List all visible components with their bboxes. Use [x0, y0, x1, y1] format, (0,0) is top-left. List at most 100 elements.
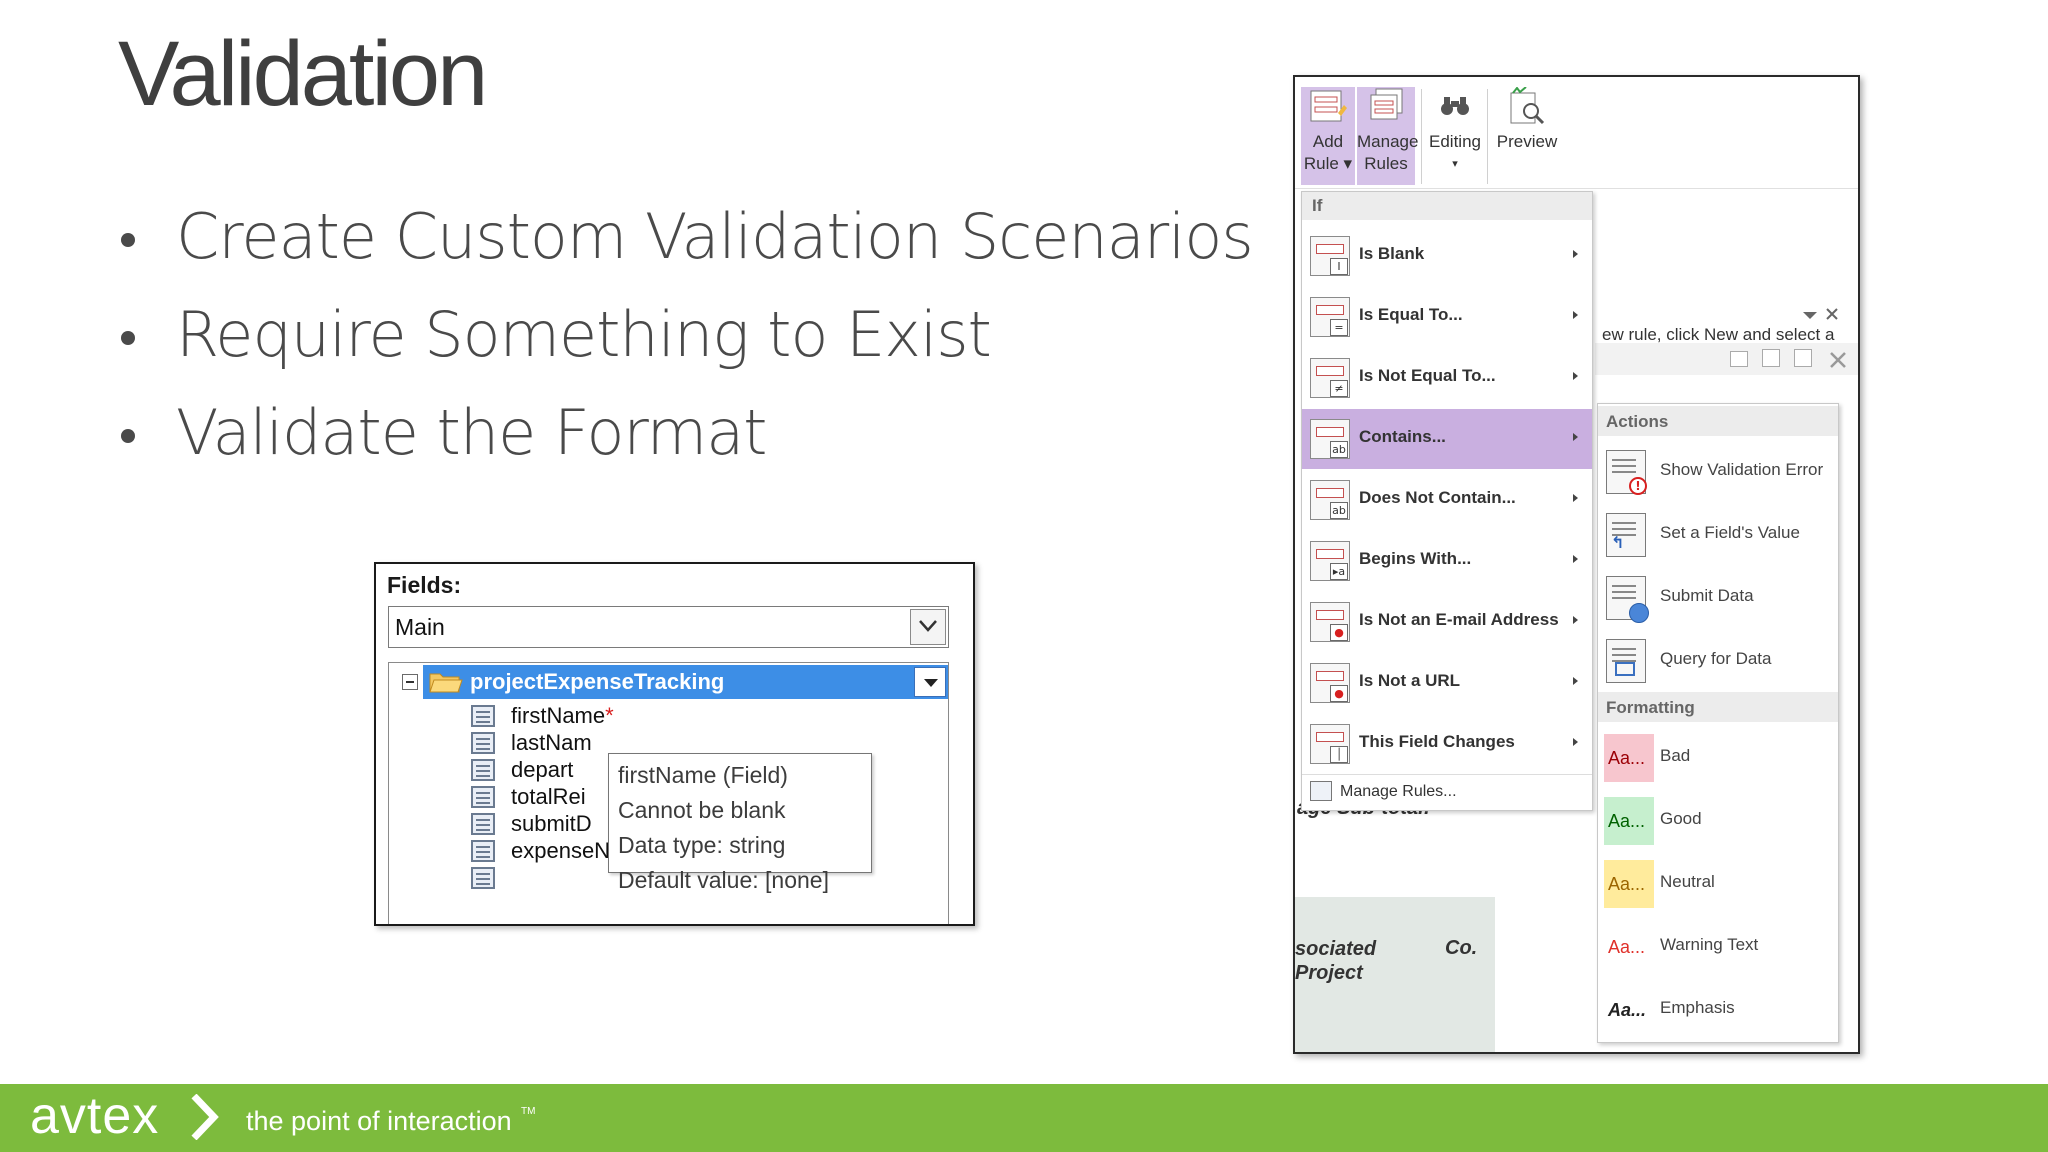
field-tooltip: firstName (Field) Cannot be blank Data t…	[608, 753, 872, 893]
field-icon	[471, 705, 495, 727]
tree-root-label: projectExpenseTracking	[470, 669, 725, 694]
format-good[interactable]: Aa... Good	[1598, 789, 1838, 851]
submit-data-icon	[1606, 576, 1649, 623]
menu-item-does-not-contain[interactable]: ab Does Not Contain...	[1302, 470, 1592, 530]
bullet-item: Create Custom Validation Scenarios	[118, 195, 1254, 293]
submenu-arrow-icon	[1573, 433, 1578, 441]
manage-rules-label: Manage	[1357, 132, 1419, 151]
menu-item-begins-with[interactable]: ▸a Begins With...	[1302, 531, 1592, 591]
format-bad[interactable]: Aa... Bad	[1598, 726, 1838, 788]
format-warning-text[interactable]: Aa... Warning Text	[1598, 915, 1838, 977]
chevron-down-icon[interactable]	[1803, 312, 1817, 320]
format-swatch: Aa...	[1604, 923, 1654, 971]
bullet-text: Require Something to Exist	[176, 298, 992, 371]
format-swatch: Aa...	[1604, 797, 1654, 845]
manage-rules-button[interactable]: Manage Rules	[1357, 87, 1419, 185]
menu-item-contains[interactable]: ab Contains...	[1302, 409, 1592, 469]
rules-screenshot: ew rule, click New and select a age Sub-…	[1293, 75, 1860, 1054]
datasource-select[interactable]: Main	[388, 606, 949, 648]
menu-item-is-blank[interactable]: I Is Blank	[1302, 226, 1592, 286]
binoculars-icon	[1435, 87, 1475, 127]
format-neutral[interactable]: Aa... Neutral	[1598, 852, 1838, 914]
condition-icon: ●	[1310, 663, 1350, 703]
manage-rules-icon	[1366, 87, 1406, 127]
menu-item-label: Contains...	[1359, 427, 1446, 446]
field-icon	[471, 759, 495, 781]
bullet-dot	[121, 233, 135, 247]
menu-item-label: Is Not Equal To...	[1359, 366, 1496, 385]
add-rule-button[interactable]: Add Rule ▾	[1301, 87, 1355, 185]
menu-item-is-equal-to[interactable]: = Is Equal To...	[1302, 287, 1592, 347]
menu-item-label: Is Equal To...	[1359, 305, 1463, 324]
bullet-item: Require Something to Exist	[118, 293, 1253, 391]
field-name: firstName*	[511, 703, 614, 728]
collapse-icon[interactable]	[402, 674, 418, 690]
bullet-list: Create Custom Validation Scenarios Requi…	[118, 195, 1254, 489]
delete-icon[interactable]	[1829, 351, 1847, 369]
action-show-validation-error[interactable]: ! Show Validation Error	[1598, 440, 1838, 502]
tree-root-node[interactable]: projectExpenseTracking	[402, 665, 948, 699]
menu-item-label: Is Blank	[1359, 244, 1425, 263]
field-name: lastNam	[511, 730, 592, 755]
tooltip-line: firstName (Field)	[618, 762, 788, 788]
fields-panel: Fields: Main projectExpenseTracking firs…	[374, 562, 975, 926]
menu-item-label: Is Not a URL	[1359, 671, 1461, 690]
action-set-field-value[interactable]: ↰ Set a Field's Value	[1598, 503, 1838, 565]
editing-label: Editing	[1429, 132, 1481, 151]
submenu-arrow-icon	[1573, 677, 1578, 685]
fields-label: Fields:	[387, 572, 462, 598]
format-swatch: Aa...	[1604, 986, 1654, 1034]
column-header: Co.	[1445, 937, 1478, 959]
menu-item-not-email[interactable]: ● Is Not an E-mail Address	[1302, 592, 1592, 652]
menu-item-field-changes[interactable]: │ This Field Changes	[1302, 714, 1592, 774]
editing-dropdown: ▾	[1452, 158, 1458, 170]
format-label: Warning Text	[1660, 935, 1759, 954]
footer-bar: avtex the point of interaction TM	[0, 1084, 2048, 1152]
menu-item-is-not-equal-to[interactable]: ≠ Is Not Equal To...	[1302, 348, 1592, 408]
close-icon[interactable]	[1825, 307, 1855, 323]
chevron-right-icon	[191, 1094, 219, 1140]
format-label: Neutral	[1660, 872, 1715, 891]
datasource-value: Main	[395, 614, 445, 640]
copy-icon[interactable]	[1730, 351, 1748, 367]
editing-button[interactable]: Editing ▾	[1427, 87, 1483, 185]
manage-rules-label: Rules	[1364, 154, 1408, 173]
menu-item-not-url[interactable]: ● Is Not a URL	[1302, 653, 1592, 713]
action-label: Submit Data	[1660, 586, 1754, 605]
form-canvas	[1295, 797, 1595, 1052]
condition-icon: =	[1310, 297, 1350, 337]
action-submit-data[interactable]: Submit Data	[1598, 566, 1838, 628]
tagline: the point of interaction	[246, 1106, 512, 1136]
bullet-dot	[121, 429, 135, 443]
pane-toolbar	[1595, 343, 1858, 375]
if-menu-header: If	[1302, 192, 1592, 220]
menu-item-label: Does Not Contain...	[1359, 488, 1516, 507]
trademark: TM	[521, 1106, 536, 1117]
field-name: depart	[511, 757, 574, 782]
actions-submenu: Actions ! Show Validation Error ↰ Set a …	[1597, 403, 1839, 1043]
field-name: totalRei	[511, 784, 586, 809]
add-rule-label: Rule ▾	[1303, 154, 1353, 173]
field-name: submitD	[511, 811, 592, 836]
format-label: Good	[1660, 809, 1702, 828]
bullet-dot	[121, 331, 135, 345]
menu-item-label: This Field Changes	[1359, 732, 1515, 751]
chevron-down-icon[interactable]	[914, 667, 946, 697]
condition-icon: ▸a	[1310, 541, 1350, 581]
manage-rules-menu-item[interactable]: Manage Rules...	[1302, 774, 1592, 808]
duplicate-icon[interactable]	[1762, 349, 1780, 367]
field-icon	[471, 786, 495, 808]
bullet-item: Validate the Format	[118, 391, 1253, 489]
bullet-text: Create Custom Validation Scenarios	[176, 200, 1254, 273]
format-emphasis[interactable]: Aa... Emphasis	[1598, 978, 1838, 1040]
preview-button[interactable]: Preview	[1491, 86, 1563, 185]
format-swatch: Aa...	[1604, 734, 1654, 782]
submenu-arrow-icon	[1573, 494, 1578, 502]
paste-icon[interactable]	[1794, 349, 1812, 367]
condition-icon: ab	[1310, 480, 1350, 520]
menu-item-label: Is Not an E-mail Address	[1359, 610, 1559, 629]
chevron-down-icon[interactable]	[910, 609, 946, 645]
action-query-data[interactable]: Query for Data	[1598, 629, 1838, 691]
ribbon-separator	[1487, 89, 1488, 184]
tooltip-line: Data type: string	[618, 832, 786, 858]
